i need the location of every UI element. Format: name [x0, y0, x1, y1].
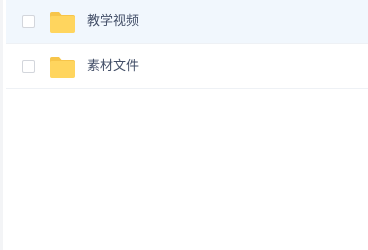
file-list: 教学视频 素材文件	[0, 0, 368, 250]
folder-icon	[50, 12, 75, 33]
file-name[interactable]: 素材文件	[87, 45, 139, 89]
file-list-item[interactable]: 素材文件	[6, 45, 368, 89]
select-checkbox[interactable]	[22, 60, 35, 73]
file-name[interactable]: 教学视频	[87, 0, 139, 44]
folder-icon	[50, 57, 75, 78]
file-list-item[interactable]: 教学视频	[6, 0, 368, 44]
select-checkbox[interactable]	[22, 15, 35, 28]
